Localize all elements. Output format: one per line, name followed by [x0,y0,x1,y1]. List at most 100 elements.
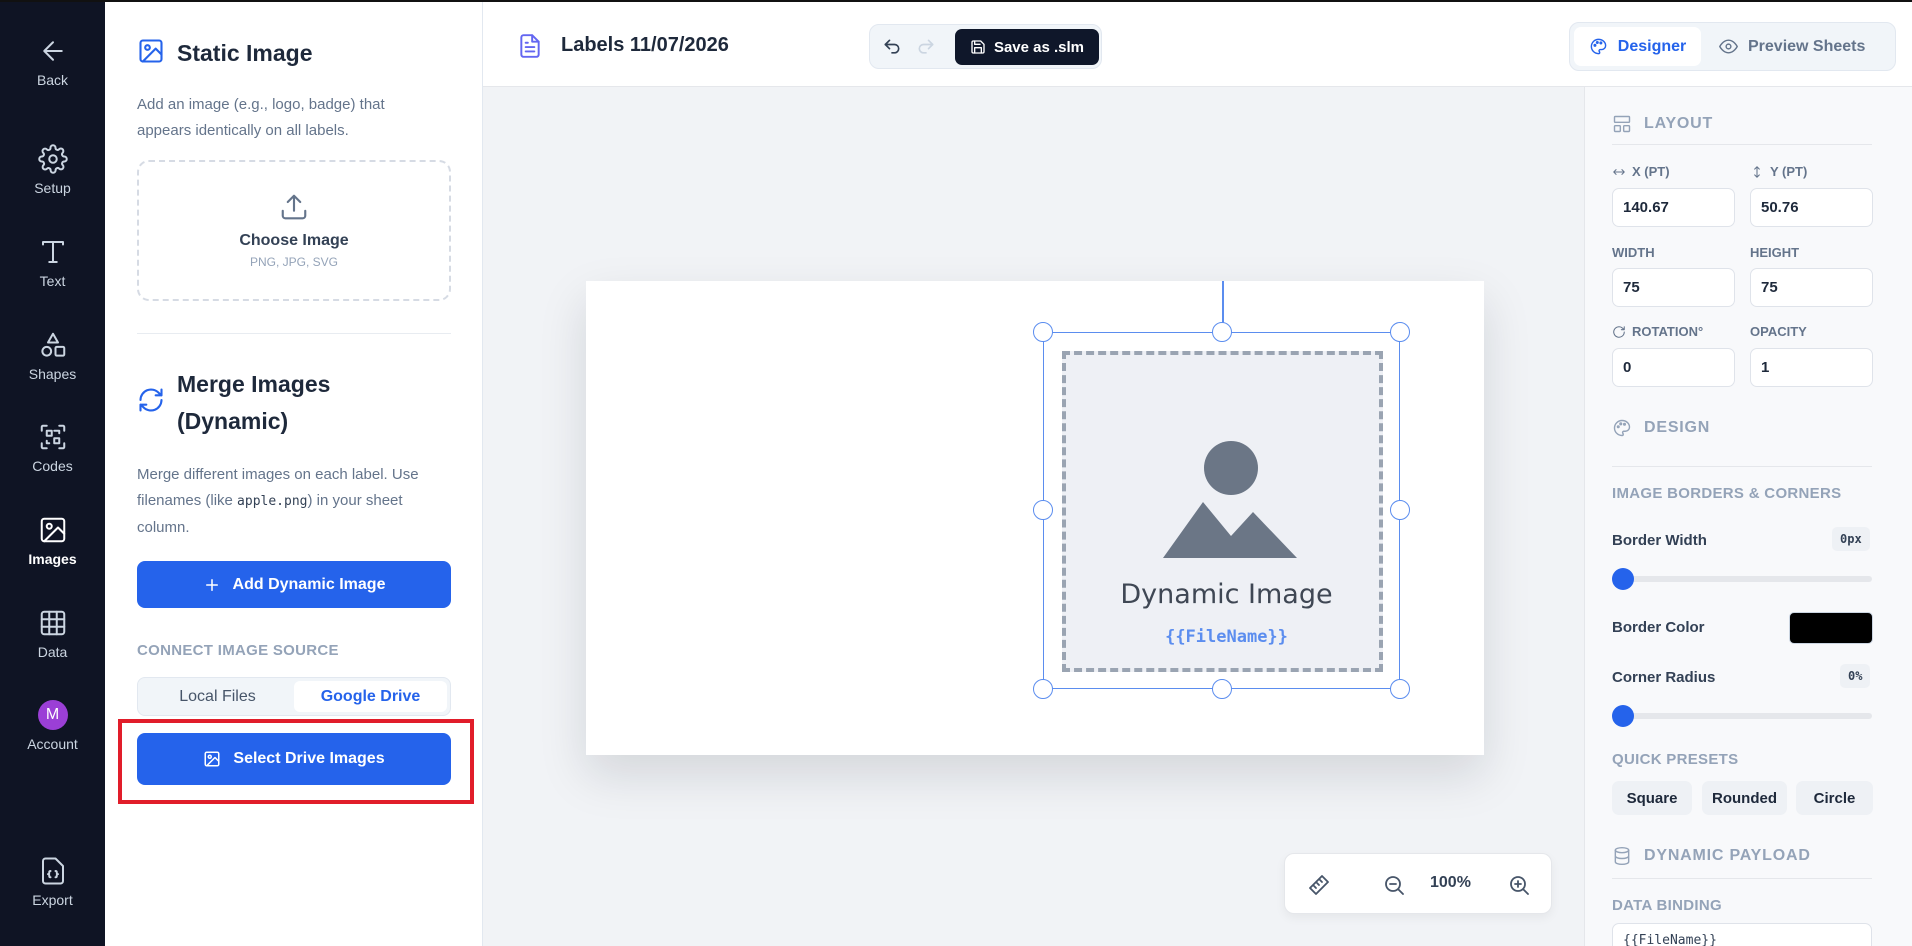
width-label: WIDTH [1612,245,1655,260]
opacity-label: OPACITY [1750,324,1807,339]
merge-images-header: Merge Images (Dynamic) [137,366,377,440]
rail-item-shapes[interactable]: Shapes [0,330,105,382]
placeholder-binding: {{FileName}} [1165,627,1288,647]
palette-icon [1613,419,1631,437]
resize-handle-top[interactable] [1212,322,1232,342]
corner-radius-label: Corner Radius [1612,669,1716,686]
save-label: Save as .slm [993,38,1085,56]
resize-handle-left[interactable] [1033,500,1053,520]
avatar: M [37,700,68,730]
plus-icon [205,578,218,591]
account-label: Account [27,736,78,752]
rail-item-codes[interactable]: Codes [0,422,105,474]
merge-description: Merge different images on each label. Us… [137,462,437,541]
back-label: Back [36,72,69,88]
image-square-icon [139,39,163,63]
layout-icon [1613,115,1631,133]
vertical-arrows-icon [1754,165,1760,178]
y-label-text: Y (PT) [1770,164,1808,179]
resize-handle-right[interactable] [1390,500,1410,520]
static-image-header: Static Image [137,35,313,72]
images-label: Images [28,551,77,567]
refresh-icon [139,388,163,412]
zoom-out-icon[interactable] [1382,873,1406,897]
height-input[interactable] [1750,268,1873,307]
layout-title: LAYOUT [1644,115,1714,132]
view-toggle: Designer Preview Sheets [1569,22,1896,71]
section-divider [137,333,451,334]
back-button[interactable]: Back [0,36,105,88]
undo-icon[interactable] [882,37,902,57]
design-heading: DESIGN [1612,418,1710,438]
database-icon [1614,846,1630,866]
dynamic-image-element[interactable]: Dynamic Image {{FileName}} [1033,281,1410,699]
rail-item-export[interactable]: Export [0,856,105,908]
resize-handle-bottom-right[interactable] [1390,679,1410,699]
connect-source-heading: CONNECT IMAGE SOURCE [137,642,339,659]
text-icon [41,241,64,263]
tab-local-files[interactable]: Local Files [141,681,294,712]
presets-heading: QUICK PRESETS [1612,751,1739,768]
designer-label: Designer [1617,37,1687,55]
x-input[interactable] [1612,188,1735,227]
y-input[interactable] [1750,188,1873,227]
save-button[interactable]: Save as .slm [955,29,1099,65]
design-canvas[interactable]: Dynamic Image {{FileName}} 100% [483,87,1584,946]
rail-item-images[interactable]: Images [0,515,105,567]
border-color-label: Border Color [1612,619,1705,636]
static-description: Add an image (e.g., logo, badge) that ap… [137,96,385,139]
select-drive-images-label: Select Drive Images [233,750,385,767]
rail-item-setup[interactable]: Setup [0,144,105,196]
corner-radius-value: 0% [1840,664,1871,688]
data-binding-field[interactable]: {{FileName}} [1612,923,1872,946]
opacity-input[interactable] [1750,348,1873,387]
choose-image-dropzone[interactable]: Choose Image PNG, JPG, SVG [137,160,451,301]
image-placeholder: Dynamic Image {{FileName}} [1062,351,1383,672]
resize-handle-top-right[interactable] [1390,322,1410,342]
filename-example: apple.png [237,494,308,509]
height-label: HEIGHT [1750,245,1800,260]
qr-code-icon [40,424,65,450]
add-dynamic-image-button[interactable]: Add Dynamic Image [137,561,451,608]
rail-item-account[interactable]: M Account [0,700,105,752]
redo-icon[interactable] [916,37,936,57]
width-input[interactable] [1612,268,1735,307]
tab-google-drive[interactable]: Google Drive [294,681,447,712]
label-artboard[interactable]: Dynamic Image {{FileName}} [586,281,1484,755]
gear-icon [37,144,68,174]
borders-heading: IMAGE BORDERS & CORNERS [1612,485,1842,502]
document-title: Labels 11/07/2026 [561,34,729,56]
ruler-icon[interactable] [1307,873,1331,897]
border-color-swatch[interactable] [1789,612,1873,644]
border-width-slider-thumb[interactable] [1612,568,1634,590]
corner-radius-slider-thumb[interactable] [1612,705,1634,727]
tab-preview-sheets[interactable]: Preview Sheets [1707,27,1877,66]
tab-designer[interactable]: Designer [1574,27,1701,66]
rotation-input[interactable] [1612,348,1735,387]
palette-icon [1590,38,1607,55]
image-source-toggle: Local Files Google Drive [137,677,451,716]
preset-square-button[interactable]: Square [1612,781,1692,815]
codes-label: Codes [32,458,73,474]
border-width-slider[interactable] [1612,568,1872,590]
border-width-label: Border Width [1612,532,1707,549]
rotation-label-text: ROTATION° [1632,324,1704,339]
preset-circle-button[interactable]: Circle [1796,781,1873,815]
rail-item-text[interactable]: Text [0,237,105,289]
rail-item-data[interactable]: Data [0,608,105,660]
x-label: X (PT) [1612,164,1670,179]
resize-handle-top-left[interactable] [1033,322,1053,342]
image-icon [40,517,65,543]
corner-radius-slider[interactable] [1612,705,1872,727]
resize-handle-bottom[interactable] [1212,679,1232,699]
shapes-icon [40,332,65,357]
save-icon [971,40,985,54]
zoom-in-icon[interactable] [1507,873,1531,897]
edit-toolbar: Save as .slm [869,24,1102,69]
resize-handle-bottom-left[interactable] [1033,679,1053,699]
select-drive-images-button[interactable]: Select Drive Images [137,733,451,785]
braces-file-icon [41,857,64,885]
document-icon [520,34,540,58]
horizontal-arrows-icon [1613,168,1625,175]
preset-rounded-button[interactable]: Rounded [1702,781,1787,815]
